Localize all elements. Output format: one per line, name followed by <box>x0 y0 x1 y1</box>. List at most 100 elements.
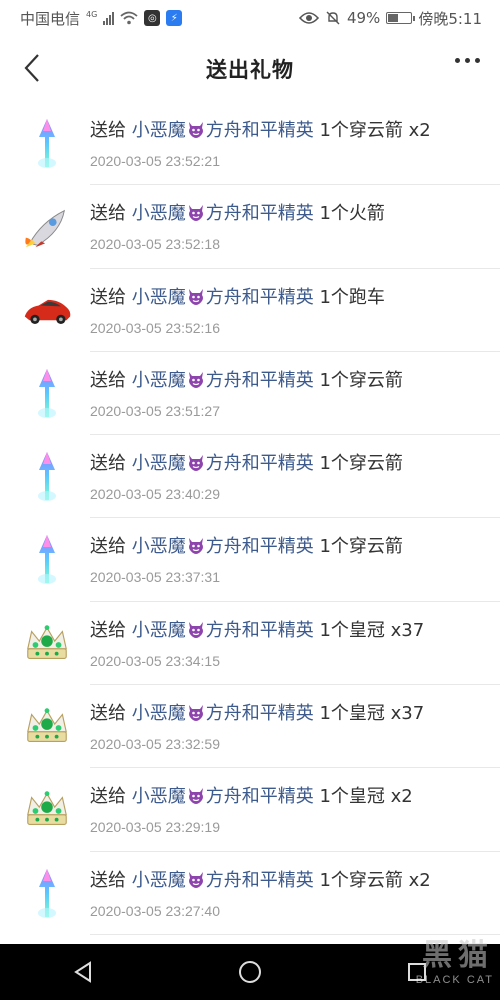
gift-record-text: 送给 小恶魔 方舟和平精英 1个火箭 <box>90 199 385 227</box>
recipient-name-part2[interactable]: 方舟和平精英 <box>206 620 314 641</box>
battery-percent: 49% <box>346 9 381 27</box>
gift-record-row: 送给 小恶魔 方舟和平精英 1个穿云箭 x2 2020-03-05 23:27:40 <box>0 852 500 935</box>
gift-record-row: 送给 小恶魔 方舟和平精英 1个跑车 2020-03-05 23:52:16 <box>0 269 500 352</box>
gift-description: 1个穿云箭 <box>319 536 403 558</box>
recipient-name-part1[interactable]: 小恶魔 <box>132 453 186 474</box>
gift-timestamp: 2020-03-05 23:52:21 <box>90 153 220 169</box>
devil-emoji-icon <box>186 619 206 644</box>
gift-record-row: 送给 小恶魔 方舟和平精英 1个皇冠 x37 2020-03-05 23:32:59 <box>0 685 500 769</box>
gift-record-row: 送给 小恶魔 方舟和平精英 1个穿云箭 x2 2020-03-05 23:52:21 <box>0 102 500 186</box>
send-prefix: 送给 <box>90 869 126 891</box>
gift-description: 1个火箭 <box>319 203 385 225</box>
gift-description: 1个穿云箭 x2 <box>319 120 431 141</box>
gift-description: 1个穿云箭 <box>319 369 403 391</box>
gift-description: 1个穿云箭 <box>319 453 403 475</box>
gift-timestamp: 2020-03-05 23:37:31 <box>90 569 220 586</box>
send-prefix: 送给 <box>90 369 126 391</box>
eye-icon <box>298 12 319 24</box>
send-prefix: 送给 <box>90 453 126 475</box>
gift-description: 1个穿云箭 x2 <box>319 869 431 891</box>
battery-icon <box>386 12 416 24</box>
send-prefix: 送给 <box>90 619 126 641</box>
gift-record-text: 送给 小恶魔 方舟和平精英 1个跑车 <box>90 283 385 311</box>
arrow-gift-icon <box>22 535 72 585</box>
gift-description: 1个皇冠 x2 <box>319 786 413 808</box>
back-button[interactable] <box>14 50 50 86</box>
nav-recents-button[interactable] <box>397 952 437 992</box>
carrier-label: 中国电信 <box>20 9 81 28</box>
recipient-name-part2[interactable]: 方舟和平精英 <box>206 870 314 891</box>
recipient-name-part1[interactable]: 小恶魔 <box>132 703 186 724</box>
recipient-name-part1[interactable]: 小恶魔 <box>132 203 186 224</box>
nav-back-button[interactable] <box>63 952 103 992</box>
gift-timestamp: 2020-03-05 23:34:15 <box>90 652 220 669</box>
recipient-name-part1[interactable]: 小恶魔 <box>132 870 186 891</box>
gift-timestamp: 2020-03-05 23:40:29 <box>90 486 220 503</box>
devil-emoji-icon <box>186 785 206 810</box>
wifi-icon <box>120 11 138 25</box>
devil-emoji-icon <box>186 119 206 144</box>
system-nav-bar <box>0 944 500 1000</box>
arrow-gift-icon <box>22 452 72 502</box>
gift-description: 1个跑车 <box>319 286 385 308</box>
gift-record-row: 送给 小恶魔 方舟和平精英 1个穿云箭 2020-03-05 23:40:29 <box>0 435 500 519</box>
nav-home-button[interactable] <box>230 952 270 992</box>
more-dot-icon <box>465 58 470 63</box>
gift-timestamp: 2020-03-05 23:51:27 <box>90 402 220 419</box>
gift-timestamp: 2020-03-05 23:27:40 <box>90 902 220 919</box>
send-prefix: 送给 <box>90 536 126 558</box>
chevron-left-icon <box>24 54 39 82</box>
recipient-name-part1[interactable]: 小恶魔 <box>132 287 186 308</box>
flash-app-icon: ⚡ <box>166 10 183 26</box>
gift-record-text: 送给 小恶魔 方舟和平精英 1个穿云箭 x2 <box>90 116 431 144</box>
send-prefix: 送给 <box>90 703 126 725</box>
gift-record-row: 送给 小恶魔 方舟和平精英 1个穿云箭 2020-03-05 23:37:31 <box>0 518 500 602</box>
devil-emoji-icon <box>186 869 206 894</box>
devil-emoji-icon <box>186 702 206 727</box>
page-title: 送出礼物 <box>206 58 294 82</box>
recipient-name-part2[interactable]: 方舟和平精英 <box>206 786 314 807</box>
recipient-name-part1[interactable]: 小恶魔 <box>132 536 186 557</box>
recipient-name-part2[interactable]: 方舟和平精英 <box>206 536 314 557</box>
send-prefix: 送给 <box>90 203 126 225</box>
gift-timestamp: 2020-03-05 23:52:18 <box>90 236 220 253</box>
network-type-label: 4G <box>86 9 98 19</box>
more-options-button[interactable] <box>455 58 480 63</box>
recipient-name-part1[interactable]: 小恶魔 <box>132 620 186 641</box>
send-prefix: 送给 <box>90 286 126 308</box>
crown-gift-icon <box>22 619 72 669</box>
recipient-name-part1[interactable]: 小恶魔 <box>132 786 186 807</box>
more-dot-icon <box>475 58 480 63</box>
recipient-name-part2[interactable]: 方舟和平精英 <box>206 120 314 141</box>
gift-record-list: 送给 小恶魔 方舟和平精英 1个穿云箭 x2 2020-03-05 23:52:21… <box>0 102 500 935</box>
recipient-name-part2[interactable]: 方舟和平精英 <box>206 203 314 224</box>
arrow-gift-icon <box>22 868 72 919</box>
recipient-name-part2[interactable]: 方舟和平精英 <box>206 287 314 308</box>
row-divider <box>90 933 500 935</box>
clock: 傍晚5:11 <box>418 9 482 28</box>
gift-record-text: 送给 小恶魔 方舟和平精英 1个穿云箭 <box>90 532 403 560</box>
square-recents-icon <box>407 963 426 981</box>
arrow-gift-icon <box>22 368 72 419</box>
recipient-name-part2[interactable]: 方舟和平精英 <box>206 370 314 391</box>
gift-description: 1个皇冠 x37 <box>319 619 425 641</box>
gift-record-row: 送给 小恶魔 方舟和平精英 1个穿云箭 2020-03-05 23:51:27 <box>0 352 500 436</box>
gift-description: 1个皇冠 x37 <box>319 703 425 725</box>
rocket-gift-icon <box>22 202 72 252</box>
gift-record-row: 送给 小恶魔 方舟和平精英 1个皇冠 x37 2020-03-05 23:34:15 <box>0 602 500 686</box>
arrow-gift-icon <box>22 119 72 169</box>
recipient-name-part2[interactable]: 方舟和平精英 <box>206 703 314 724</box>
devil-emoji-icon <box>186 286 206 311</box>
recipient-name-part2[interactable]: 方舟和平精英 <box>206 453 314 474</box>
devil-emoji-icon <box>186 535 206 560</box>
devil-emoji-icon <box>186 369 206 394</box>
circle-home-icon <box>238 961 261 983</box>
recipient-name-part1[interactable]: 小恶魔 <box>132 370 186 391</box>
gift-timestamp: 2020-03-05 23:52:16 <box>90 319 220 336</box>
recipient-name-part1[interactable]: 小恶魔 <box>132 120 186 141</box>
triangle-back-icon <box>74 961 92 983</box>
crown-gift-icon <box>22 785 72 835</box>
status-bar: 中国电信 4G ◎ ⚡ 49% 傍晚5:11 <box>0 0 500 36</box>
gift-record-row: 送给 小恶魔 方舟和平精英 1个皇冠 x2 2020-03-05 23:29:19 <box>0 768 500 852</box>
gift-record-text: 送给 小恶魔 方舟和平精英 1个皇冠 x37 <box>90 699 424 727</box>
